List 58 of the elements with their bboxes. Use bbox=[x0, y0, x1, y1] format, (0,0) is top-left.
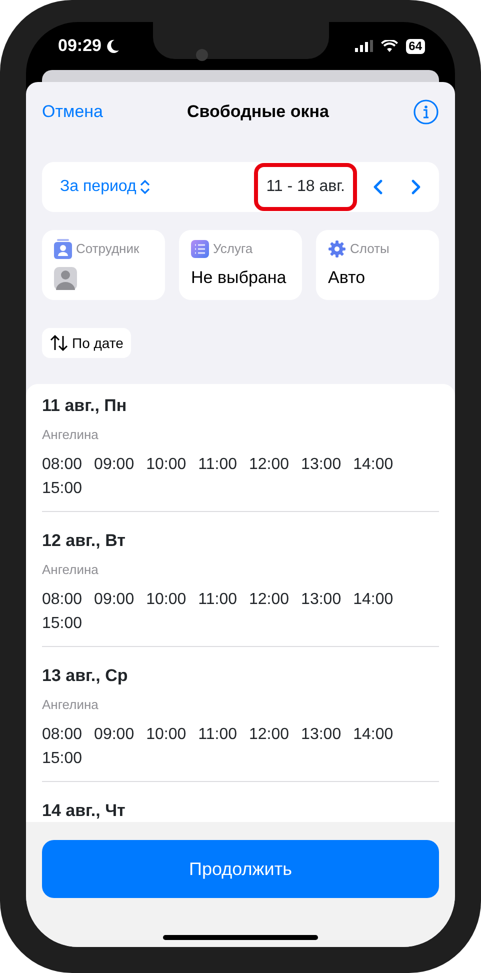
filter-label: Услуга bbox=[213, 240, 253, 258]
time-slot[interactable]: 12:00 bbox=[249, 588, 290, 612]
sort-button[interactable]: По дате bbox=[42, 328, 132, 358]
chevron-up-down-icon bbox=[140, 180, 150, 194]
filter-label: Сотрудник bbox=[76, 240, 140, 258]
avatar-icon bbox=[54, 267, 77, 290]
filter-value: Не выбрана bbox=[191, 266, 288, 288]
time-slot[interactable]: 11:00 bbox=[198, 453, 237, 477]
time-slot[interactable]: 14:00 bbox=[353, 453, 394, 477]
day-title: 13 авг., Ср bbox=[42, 665, 129, 687]
battery-level: 64 bbox=[406, 38, 425, 54]
time-slot[interactable]: 08:00 bbox=[42, 588, 82, 612]
time-slot[interactable]: 15:00 bbox=[42, 747, 82, 771]
list-icon bbox=[191, 240, 209, 258]
employee-name: Ангелина bbox=[42, 561, 100, 579]
previous-button[interactable] bbox=[373, 179, 383, 195]
time-slot[interactable]: 13:00 bbox=[301, 588, 342, 612]
camera-icon bbox=[196, 49, 208, 61]
time-slot[interactable]: 09:00 bbox=[94, 723, 134, 747]
signal-icon bbox=[354, 40, 373, 52]
employee-name: Ангелина bbox=[42, 696, 100, 714]
date-range: 11 - 18 авг. bbox=[254, 163, 357, 211]
filter-value: Авто bbox=[328, 266, 366, 288]
time-slot[interactable]: 08:00 bbox=[42, 723, 82, 747]
time-slot[interactable]: 09:00 bbox=[94, 588, 134, 612]
time-slot[interactable]: 10:00 bbox=[146, 588, 186, 612]
period-selector[interactable]: За период bbox=[60, 175, 150, 199]
time-slot[interactable]: 08:00 bbox=[42, 453, 82, 477]
time-slot[interactable]: 10:00 bbox=[146, 723, 186, 747]
info-icon[interactable] bbox=[412, 99, 439, 125]
time-slot[interactable]: 14:00 bbox=[353, 588, 394, 612]
filter-tile[interactable]: Слоты Авто bbox=[316, 230, 439, 300]
person-icon bbox=[54, 239, 72, 259]
time-slot[interactable]: 11:00 bbox=[198, 588, 237, 612]
cancel-link[interactable]: Отмена bbox=[42, 99, 103, 125]
time-slot[interactable]: 11:00 bbox=[198, 723, 237, 747]
time-slot[interactable]: 15:00 bbox=[42, 612, 82, 636]
gear-icon bbox=[328, 240, 346, 258]
employee-name: Ангелина bbox=[42, 426, 100, 444]
filter-label: Слоты bbox=[350, 240, 390, 258]
day-title: 14 авг., Чт bbox=[42, 800, 126, 822]
screen-title: Свободные окна bbox=[187, 101, 329, 124]
sort-arrows-icon bbox=[50, 335, 68, 351]
continue-button[interactable]: Продолжить bbox=[42, 840, 439, 898]
status-time: 09:29 bbox=[58, 35, 102, 58]
time-slot[interactable]: 13:00 bbox=[301, 453, 342, 477]
time-slot[interactable]: 10:00 bbox=[146, 453, 186, 477]
time-slot[interactable]: 15:00 bbox=[42, 477, 82, 501]
time-slot[interactable]: 12:00 bbox=[249, 453, 290, 477]
time-slot[interactable]: 13:00 bbox=[301, 723, 342, 747]
day-title: 12 авг., Вт bbox=[42, 530, 126, 552]
wifi-icon bbox=[380, 40, 398, 52]
time-slot[interactable]: 14:00 bbox=[353, 723, 394, 747]
filter-tile[interactable]: Услуга Не выбрана bbox=[179, 230, 302, 300]
time-slot[interactable]: 12:00 bbox=[249, 723, 290, 747]
day-title: 11 авг., Пн bbox=[42, 395, 128, 417]
time-slot[interactable]: 09:00 bbox=[94, 453, 134, 477]
next-button[interactable] bbox=[411, 179, 421, 195]
